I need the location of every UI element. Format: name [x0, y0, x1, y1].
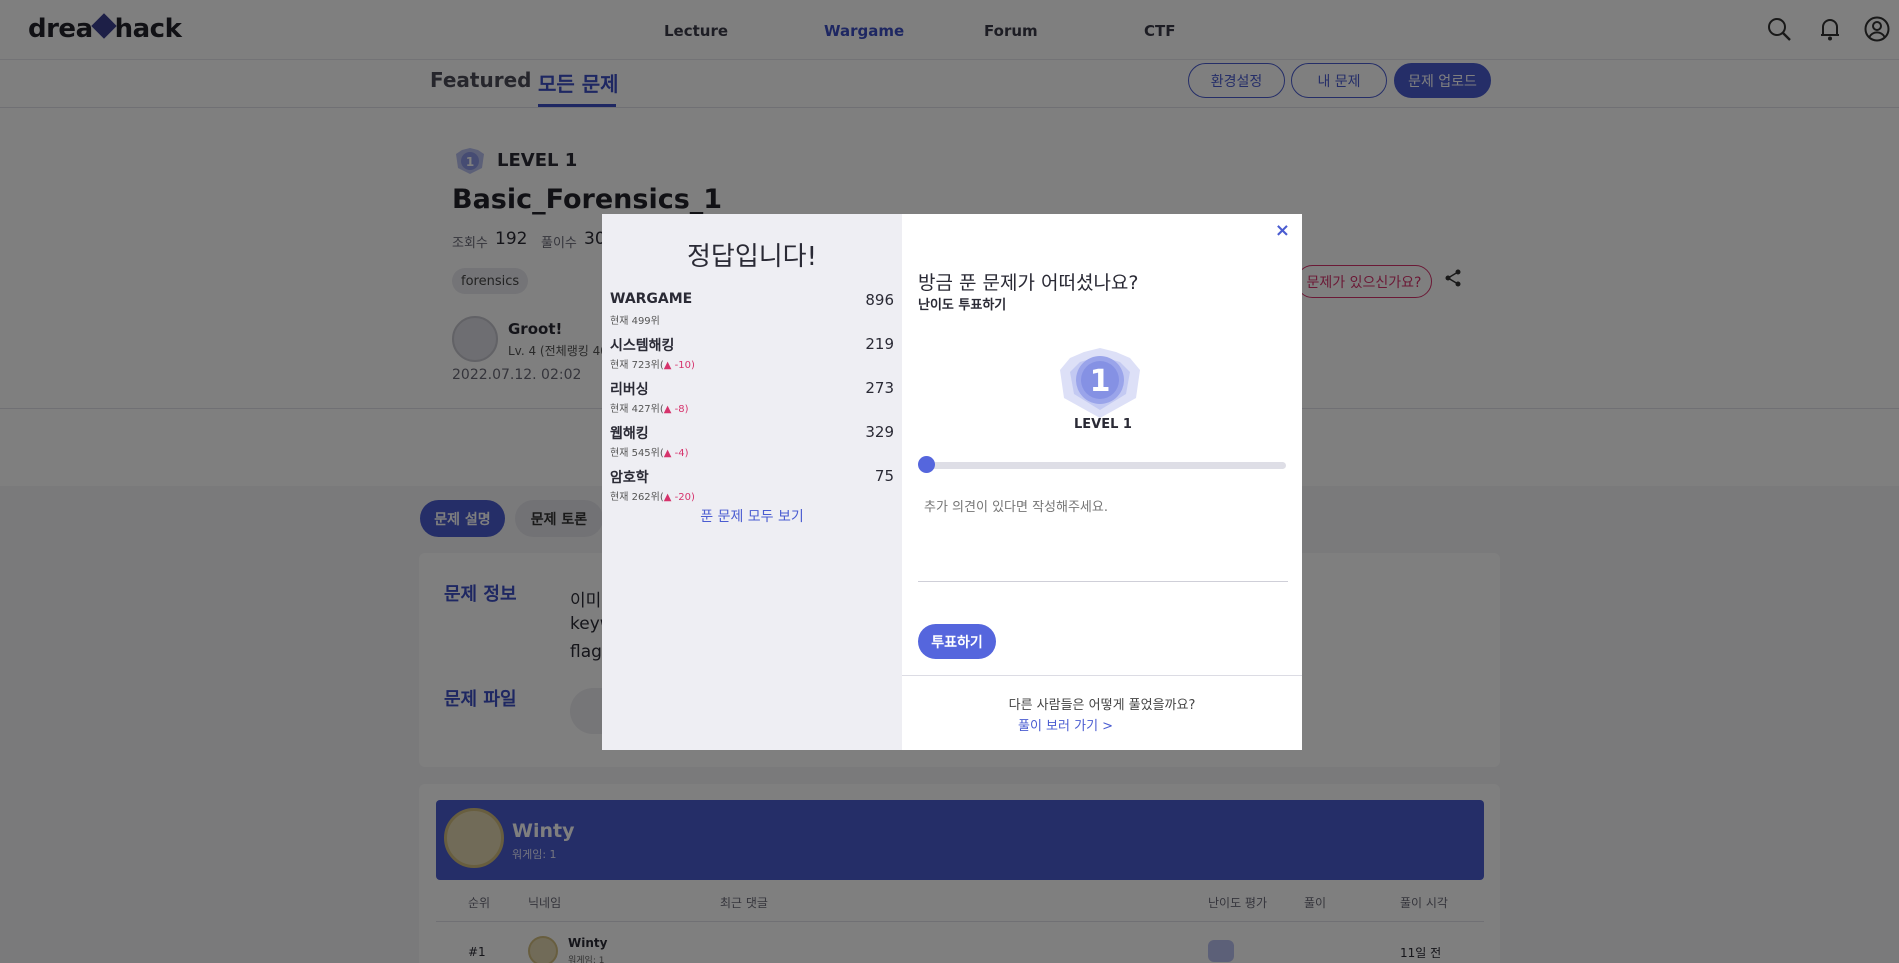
category-name-system: 시스템해킹 [610, 338, 675, 354]
modal-title: 정답입니다! [686, 242, 818, 272]
modal-separator [902, 675, 1302, 676]
close-icon[interactable]: × [1275, 220, 1290, 241]
correct-answer-modal: 정답입니다! WARGAME 896 현재 499위 시스템해킹 219 현재 … [602, 214, 1302, 750]
feedback-question: 방금 푼 문제가 어떠셨나요? [918, 272, 1139, 294]
category-rank-system: 현재 723위(▲ -10) [610, 360, 695, 371]
category-score-system: 219 [865, 335, 894, 353]
category-rank-crypto: 현재 262위(▲ -20) [610, 492, 695, 503]
category-rank-web: 현재 545위(▲ -4) [610, 448, 689, 459]
svg-text:1: 1 [1090, 364, 1111, 399]
level-1-badge-icon: 1 [1060, 348, 1140, 418]
difficulty-slider-handle[interactable] [918, 456, 935, 473]
category-score-crypto: 75 [874, 467, 894, 485]
other-solutions-question: 다른 사람들은 어떻게 풀었을까요? [1008, 698, 1196, 713]
vote-button[interactable]: 투표하기 [918, 624, 996, 659]
category-score-wargame: 896 [865, 291, 894, 309]
category-name-reversing: 리버싱 [610, 382, 649, 398]
category-name-web: 웹해킹 [610, 426, 649, 442]
see-all-solved-link[interactable]: 푼 문제 모두 보기 [602, 506, 902, 526]
category-score-reversing: 273 [865, 379, 894, 397]
category-score-web: 329 [865, 423, 894, 441]
category-rank-reversing: 현재 427위(▲ -8) [610, 404, 689, 415]
comment-textarea[interactable] [918, 490, 1288, 582]
category-name-crypto: 암호학 [610, 470, 649, 486]
category-rank-wargame: 현재 499위 [610, 316, 660, 327]
difficulty-vote-label: 난이도 투표하기 [918, 298, 1007, 313]
category-name-wargame: WARGAME [610, 291, 693, 307]
difficulty-slider-track[interactable] [924, 462, 1286, 469]
score-panel: 정답입니다! WARGAME 896 현재 499위 시스템해킹 219 현재 … [602, 214, 902, 750]
view-solutions-link[interactable]: 풀이 보러 가기 > [1018, 715, 1113, 734]
selected-level-label: LEVEL 1 [1074, 417, 1132, 432]
